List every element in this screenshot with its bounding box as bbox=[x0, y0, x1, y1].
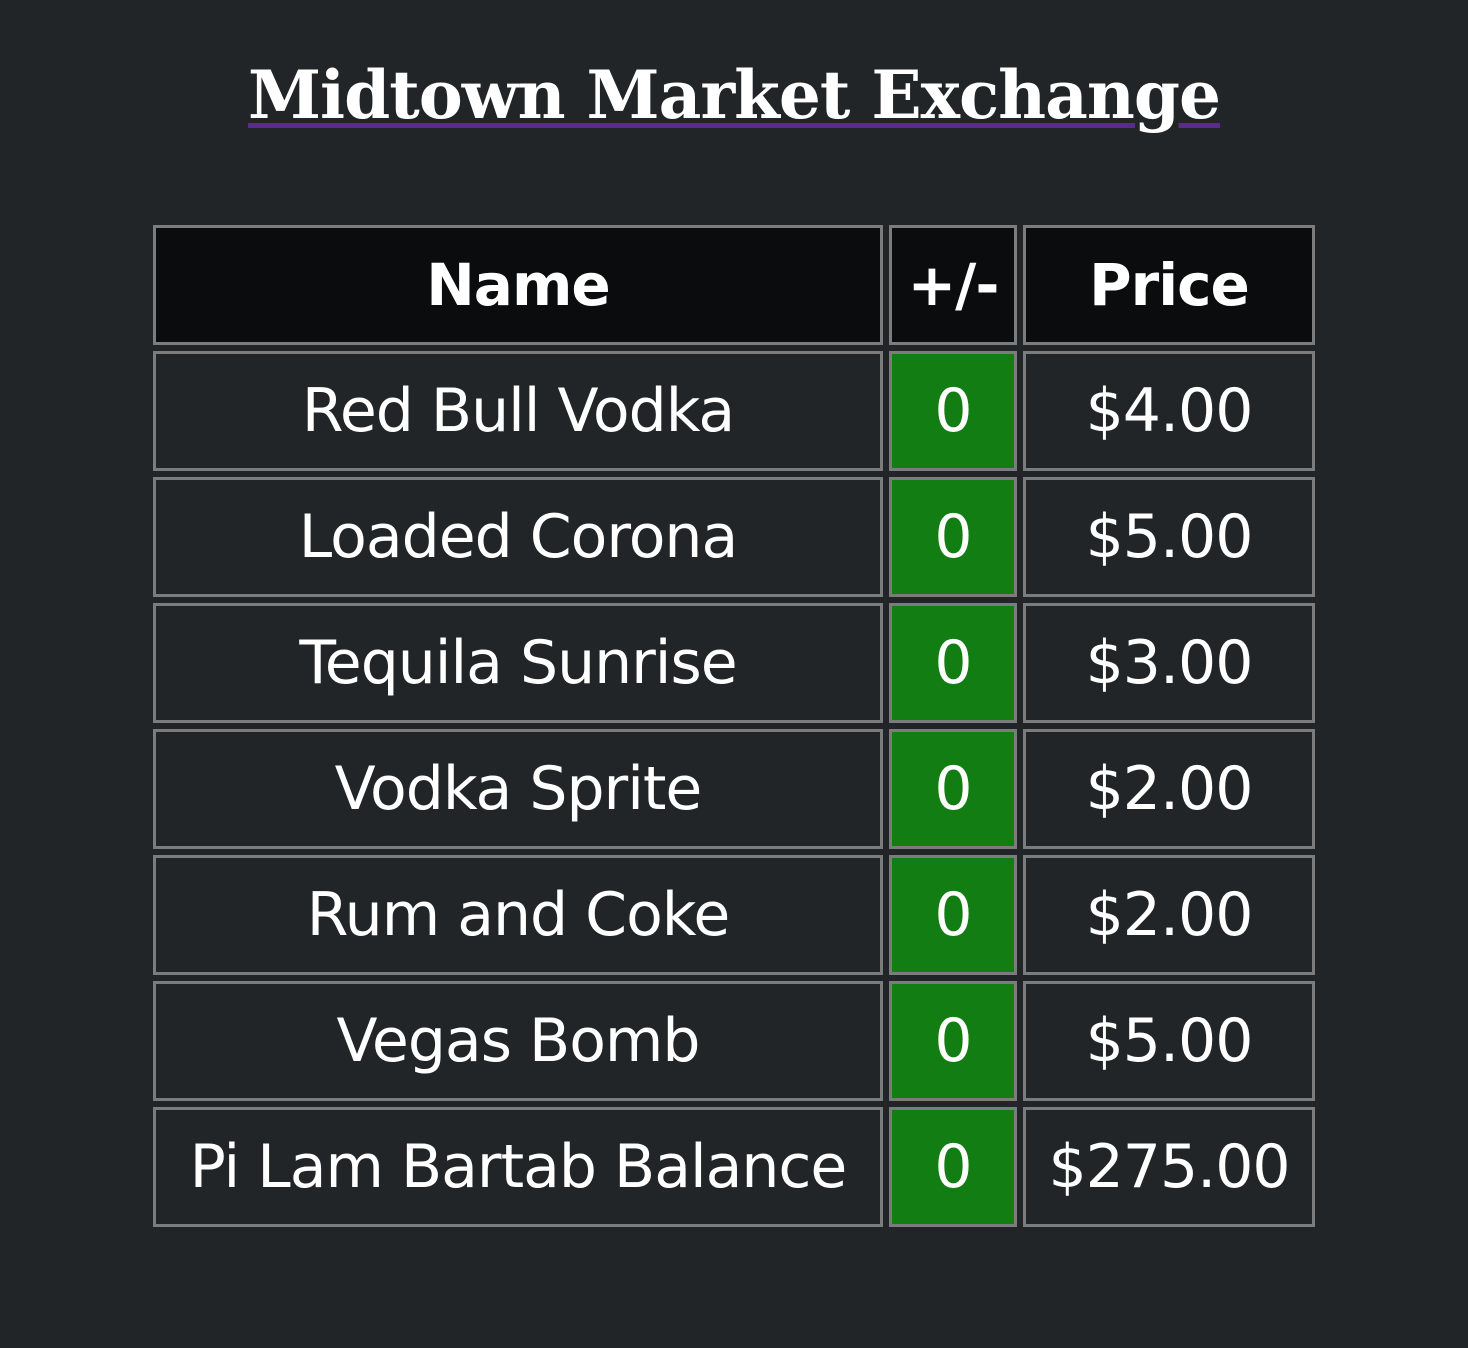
price-cell: $5.00 bbox=[1023, 477, 1315, 597]
name-column-header: Name bbox=[153, 225, 883, 345]
price-cell: $3.00 bbox=[1023, 603, 1315, 723]
table-row: Rum and Coke 0 $2.00 bbox=[153, 855, 1315, 975]
table-row: Vegas Bomb 0 $5.00 bbox=[153, 981, 1315, 1101]
delta-cell: 0 bbox=[889, 351, 1017, 471]
table-row: Loaded Corona 0 $5.00 bbox=[153, 477, 1315, 597]
drink-name-cell: Red Bull Vodka bbox=[153, 351, 883, 471]
price-cell: $5.00 bbox=[1023, 981, 1315, 1101]
price-cell: $2.00 bbox=[1023, 855, 1315, 975]
delta-cell: 0 bbox=[889, 603, 1017, 723]
drink-name-cell: Loaded Corona bbox=[153, 477, 883, 597]
price-cell: $2.00 bbox=[1023, 729, 1315, 849]
delta-cell: 0 bbox=[889, 729, 1017, 849]
price-table: Name +/- Price Red Bull Vodka 0 $4.00 Lo… bbox=[147, 219, 1321, 1233]
table-row: Vodka Sprite 0 $2.00 bbox=[153, 729, 1315, 849]
table-row: Tequila Sunrise 0 $3.00 bbox=[153, 603, 1315, 723]
drink-name-cell: Vegas Bomb bbox=[153, 981, 883, 1101]
page-title: Midtown Market Exchange bbox=[247, 56, 1221, 134]
delta-cell: 0 bbox=[889, 855, 1017, 975]
title-container: Midtown Market Exchange bbox=[0, 52, 1468, 138]
delta-cell: 0 bbox=[889, 1107, 1017, 1227]
header-row: Name +/- Price bbox=[153, 225, 1315, 345]
delta-cell: 0 bbox=[889, 981, 1017, 1101]
drink-name-cell: Rum and Coke bbox=[153, 855, 883, 975]
price-column-header: Price bbox=[1023, 225, 1315, 345]
table-row: Pi Lam Bartab Balance 0 $275.00 bbox=[153, 1107, 1315, 1227]
drink-name-cell: Tequila Sunrise bbox=[153, 603, 883, 723]
drink-name-cell: Pi Lam Bartab Balance bbox=[153, 1107, 883, 1227]
price-cell: $4.00 bbox=[1023, 351, 1315, 471]
drink-name-cell: Vodka Sprite bbox=[153, 729, 883, 849]
delta-column-header: +/- bbox=[889, 225, 1017, 345]
price-cell: $275.00 bbox=[1023, 1107, 1315, 1227]
table-row: Red Bull Vodka 0 $4.00 bbox=[153, 351, 1315, 471]
delta-cell: 0 bbox=[889, 477, 1017, 597]
